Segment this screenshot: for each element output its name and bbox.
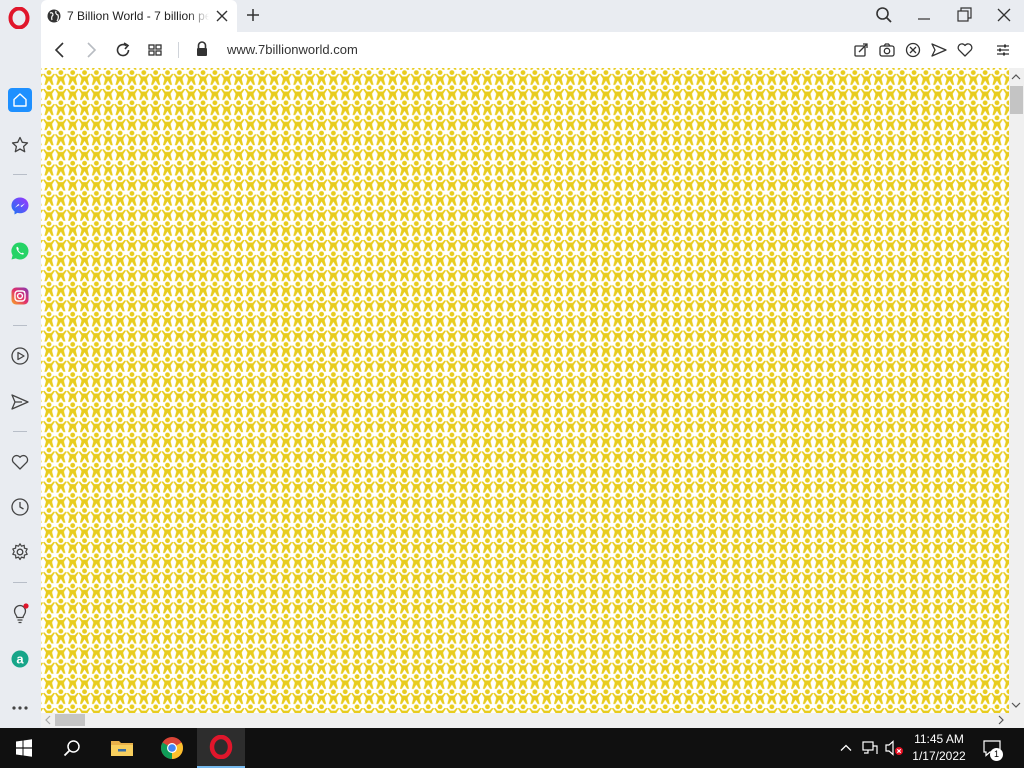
home-icon[interactable] bbox=[8, 88, 32, 112]
taskbar: 11:45 AM 1/17/2022 bbox=[0, 728, 1024, 768]
file-explorer-icon[interactable] bbox=[98, 728, 146, 768]
adblock-icon[interactable] bbox=[903, 40, 923, 60]
tray-chevron-up-icon[interactable] bbox=[836, 738, 856, 758]
minimize-icon[interactable] bbox=[914, 5, 934, 25]
scroll-right-icon[interactable] bbox=[996, 715, 1006, 725]
window-close-icon[interactable] bbox=[994, 5, 1014, 25]
globe-icon bbox=[47, 9, 61, 23]
clock-date: 1/17/2022 bbox=[912, 749, 966, 763]
address-bar: www.7billionworld.com bbox=[41, 32, 1024, 68]
windows-start-icon[interactable] bbox=[0, 728, 48, 768]
page-content[interactable] bbox=[41, 68, 1009, 713]
speed-dial-icon[interactable] bbox=[8, 133, 32, 157]
tabs-grid-icon[interactable] bbox=[145, 40, 165, 60]
notification-count-badge: 1 bbox=[990, 748, 1003, 761]
chrome-icon[interactable] bbox=[148, 728, 196, 768]
url-field[interactable]: www.7billionworld.com bbox=[227, 42, 358, 57]
clock-time: 11:45 AM bbox=[914, 732, 964, 746]
player-icon[interactable] bbox=[8, 344, 32, 368]
divider bbox=[13, 174, 27, 175]
settings-sliders-icon[interactable] bbox=[993, 40, 1013, 60]
whatsapp-icon[interactable] bbox=[8, 239, 32, 263]
scroll-left-icon[interactable] bbox=[43, 715, 53, 725]
opera-menu-icon[interactable] bbox=[8, 7, 30, 29]
scroll-down-icon[interactable] bbox=[1011, 700, 1021, 710]
vertical-scrollbar[interactable] bbox=[1009, 68, 1024, 713]
tab-title: 7 Billion World - 7 billion people bbox=[67, 9, 209, 23]
divider bbox=[13, 582, 27, 583]
forward-icon[interactable] bbox=[81, 40, 101, 60]
horizontal-scrollbar[interactable] bbox=[41, 713, 1024, 728]
browser-tab[interactable]: 7 Billion World - 7 billion people bbox=[41, 0, 237, 32]
back-icon[interactable] bbox=[50, 40, 70, 60]
camera-icon[interactable] bbox=[877, 40, 897, 60]
messenger-icon[interactable] bbox=[8, 194, 32, 218]
send-icon[interactable] bbox=[929, 40, 949, 60]
vertical-scroll-thumb[interactable] bbox=[1010, 86, 1023, 114]
settings-gear-icon[interactable] bbox=[8, 540, 32, 564]
title-bar: 7 Billion World - 7 billion people bbox=[0, 0, 1024, 32]
clock[interactable]: 11:45 AM 1/17/2022 bbox=[906, 731, 972, 765]
extension-a-icon[interactable]: a bbox=[8, 647, 32, 671]
bookmarks-heart-icon[interactable] bbox=[8, 450, 32, 474]
heart-icon[interactable] bbox=[955, 40, 975, 60]
more-icon[interactable] bbox=[8, 696, 32, 720]
new-tab-icon[interactable] bbox=[244, 6, 262, 24]
close-tab-icon[interactable] bbox=[215, 9, 229, 23]
history-clock-icon[interactable] bbox=[8, 495, 32, 519]
divider bbox=[178, 42, 179, 58]
easy-setup-icon[interactable] bbox=[851, 40, 871, 60]
flow-send-icon[interactable] bbox=[8, 390, 32, 414]
network-icon[interactable] bbox=[860, 738, 880, 758]
scroll-up-icon[interactable] bbox=[1011, 72, 1021, 82]
search-icon[interactable] bbox=[874, 5, 894, 25]
volume-muted-icon[interactable] bbox=[884, 738, 904, 758]
divider bbox=[13, 431, 27, 432]
lock-icon[interactable] bbox=[195, 41, 209, 57]
sidebar: a bbox=[0, 32, 41, 728]
divider bbox=[13, 325, 27, 326]
instagram-icon[interactable] bbox=[8, 284, 32, 308]
svg-text:a: a bbox=[16, 652, 24, 667]
reload-icon[interactable] bbox=[113, 40, 133, 60]
horizontal-scroll-thumb[interactable] bbox=[55, 714, 85, 726]
opera-taskbar-icon[interactable] bbox=[197, 728, 245, 768]
tips-lightbulb-icon[interactable] bbox=[8, 602, 32, 626]
search-icon[interactable] bbox=[48, 728, 96, 768]
restore-icon[interactable] bbox=[954, 5, 974, 25]
people-pattern bbox=[41, 68, 1009, 713]
